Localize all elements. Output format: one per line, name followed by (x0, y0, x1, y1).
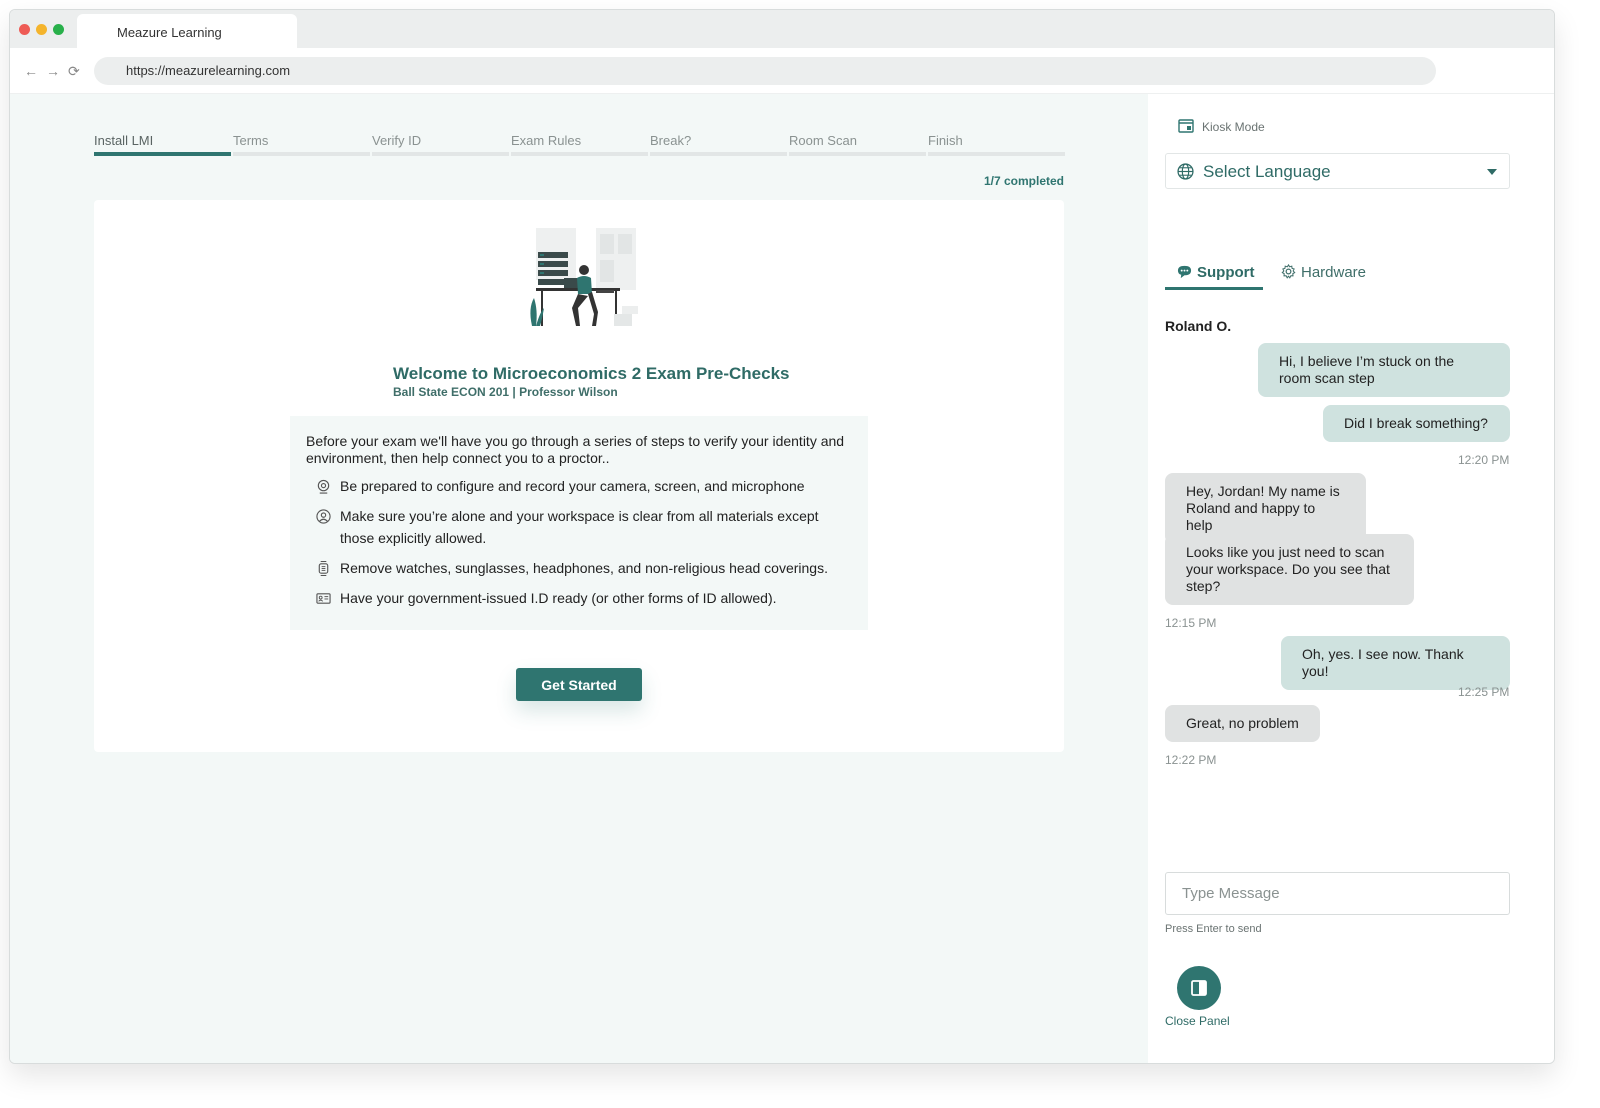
step-install-lmi[interactable]: Install LMI (94, 132, 231, 156)
step-break[interactable]: Break? (650, 132, 787, 156)
watch-icon (318, 561, 329, 576)
step-label: Terms (233, 133, 269, 148)
tab-hardware-label: Hardware (1301, 264, 1367, 281)
chat-message-me: Oh, yes. I see now. Thank you! (1281, 636, 1510, 690)
chat-message-text: Great, no problem (1186, 715, 1299, 731)
chat-timestamp: 12:25 PM (1458, 685, 1510, 699)
address-bar: ← → ⟳ https://meazurelearning.com (10, 48, 1554, 94)
tab-support[interactable]: Support (1177, 264, 1255, 281)
list-item-text: Be prepared to configure and record your… (340, 478, 805, 494)
browser-window: Meazure Learning ← → ⟳ https://meazurele… (9, 9, 1555, 1064)
list-item: Make sure you’re alone and your workspac… (306, 505, 852, 549)
person-icon (316, 509, 331, 524)
step-label: Finish (928, 133, 963, 148)
chat-bubble-icon (1177, 265, 1192, 279)
chat-timestamp: 12:15 PM (1165, 616, 1217, 630)
chat-message-text: Oh, yes. I see now. Thank you! (1302, 646, 1464, 679)
workspace-illustration (530, 228, 638, 326)
url-text: https://meazurelearning.com (126, 63, 291, 78)
close-window-button[interactable] (19, 24, 30, 35)
language-select-value: Select Language (1203, 162, 1331, 181)
progress-steps: Install LMI Terms Verify ID Exam Rules B… (94, 132, 1065, 162)
chat-timestamp: 12:22 PM (1165, 753, 1217, 767)
kiosk-mode-toggle[interactable]: Kiosk Mode (1178, 119, 1265, 134)
tab-title: Meazure Learning (117, 25, 222, 40)
browser-tab[interactable]: Meazure Learning (77, 14, 297, 48)
chat-message-text: Looks like you just need to scan your wo… (1186, 544, 1390, 594)
step-room-scan[interactable]: Room Scan (789, 132, 926, 156)
step-bar (372, 152, 509, 156)
forward-icon[interactable]: → (46, 63, 60, 79)
welcome-title: Welcome to Microeconomics 2 Exam Pre-Che… (393, 364, 790, 383)
close-panel-label[interactable]: Close Panel (1165, 1014, 1230, 1028)
chat-timestamp: 12:20 PM (1458, 453, 1510, 467)
instructions-intro: Before your exam we'll have you go throu… (306, 433, 845, 466)
instructions-box: Before your exam we'll have you go throu… (290, 416, 868, 630)
list-item: Have your government-issued I.D ready (o… (306, 587, 852, 609)
agent-name: Roland O. (1165, 318, 1232, 334)
step-label: Verify ID (372, 133, 422, 148)
message-input[interactable] (1165, 872, 1510, 915)
step-bar (789, 152, 926, 156)
chat-message-agent: Looks like you just need to scan your wo… (1165, 534, 1414, 605)
kiosk-icon (1178, 119, 1194, 133)
url-field[interactable]: https://meazurelearning.com (94, 57, 1436, 85)
globe-icon (1177, 163, 1194, 180)
step-bar (928, 152, 1065, 156)
tab-support-label: Support (1197, 264, 1255, 281)
id-card-icon (316, 593, 331, 604)
step-terms[interactable]: Terms (233, 132, 370, 156)
step-label: Exam Rules (511, 133, 582, 148)
course-subtitle: Ball State ECON 201 | Professor Wilson (393, 385, 618, 399)
gear-icon (1281, 264, 1296, 279)
step-bar (94, 152, 231, 156)
step-exam-rules[interactable]: Exam Rules (511, 132, 648, 156)
step-bar (650, 152, 787, 156)
language-select[interactable]: Select Language (1165, 153, 1510, 189)
step-label: Break? (650, 133, 692, 148)
progress-count: 1/7 completed (983, 174, 1064, 188)
get-started-button[interactable]: Get Started (516, 668, 642, 701)
list-item: Remove watches, sunglasses, headphones, … (306, 557, 852, 579)
step-finish[interactable]: Finish (928, 132, 1065, 156)
instructions-list: Be prepared to configure and record your… (306, 475, 852, 609)
main-content: Install LMI Terms Verify ID Exam Rules B… (10, 94, 1148, 1063)
panel-icon (1191, 980, 1207, 996)
tab-hardware[interactable]: Hardware (1281, 264, 1366, 281)
step-label: Room Scan (789, 133, 857, 148)
step-verify-id[interactable]: Verify ID (372, 132, 509, 156)
step-bar (233, 152, 370, 156)
tab-bar: Meazure Learning (10, 10, 1554, 48)
step-bar (511, 152, 648, 156)
chevron-down-icon (1487, 169, 1497, 175)
chat-message-me: Did I break something? (1323, 405, 1510, 442)
list-item-text: Have your government-issued I.D ready (o… (340, 590, 777, 606)
back-icon[interactable]: ← (24, 63, 38, 79)
chat-message-me: Hi, I believe I’m stuck on the room scan… (1258, 343, 1510, 397)
active-tab-indicator (1165, 287, 1263, 290)
chat-message-text: Did I break something? (1344, 415, 1488, 431)
side-panel: Kiosk Mode Select Language Support Hardw… (1148, 94, 1554, 1063)
list-item: Be prepared to configure and record your… (306, 475, 852, 497)
step-label: Install LMI (94, 133, 154, 148)
webcam-icon (317, 479, 330, 494)
reload-icon[interactable]: ⟳ (68, 63, 80, 80)
list-item-text: Remove watches, sunglasses, headphones, … (340, 560, 828, 576)
welcome-card: Welcome to Microeconomics 2 Exam Pre-Che… (94, 200, 1064, 752)
chat-message-agent: Great, no problem (1165, 705, 1320, 742)
maximize-window-button[interactable] (53, 24, 64, 35)
chat-message-text: Hey, Jordan! My name is Roland and happy… (1186, 483, 1340, 533)
close-panel-button[interactable] (1177, 966, 1221, 1010)
minimize-window-button[interactable] (36, 24, 47, 35)
chat-message-text: Hi, I believe I’m stuck on the room scan… (1279, 353, 1455, 386)
kiosk-label: Kiosk Mode (1202, 120, 1265, 134)
send-hint: Press Enter to send (1165, 923, 1262, 935)
list-item-text: Make sure you’re alone and your workspac… (340, 508, 819, 546)
